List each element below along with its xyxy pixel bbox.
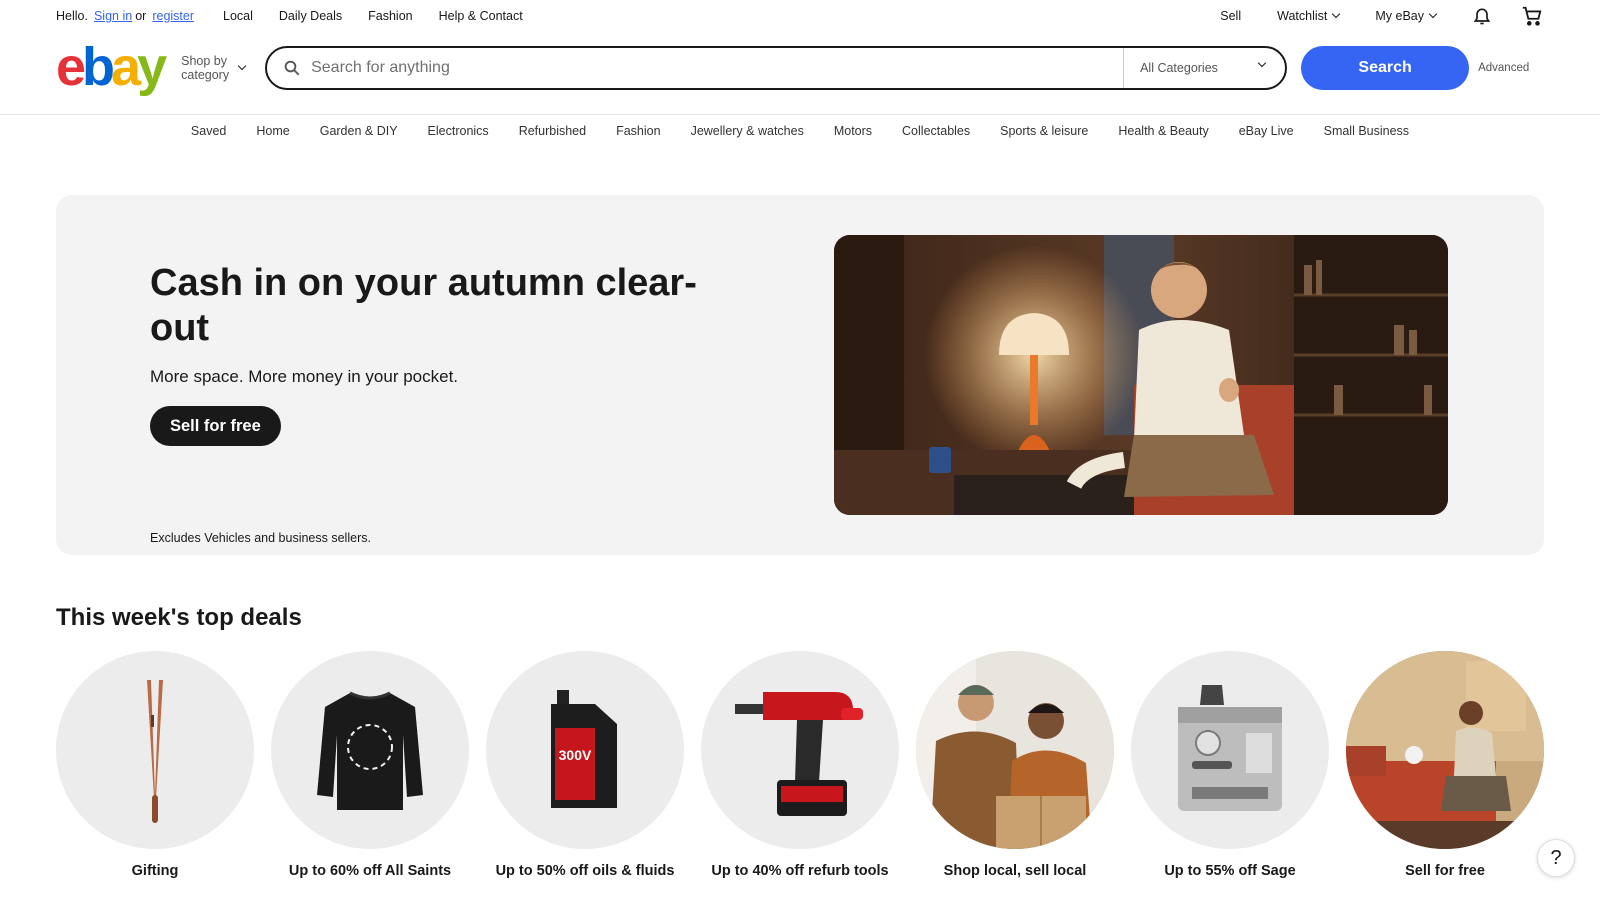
shopping-cart-icon[interactable]: [1520, 4, 1544, 28]
coffee-machine-image: [1131, 651, 1329, 849]
chevron-down-icon: [1332, 9, 1341, 19]
topbar-left: Hello. Sign in or register Local Daily Deal…: [56, 9, 523, 23]
cat-saved[interactable]: Saved: [191, 124, 226, 144]
greeting-or: or: [135, 9, 147, 23]
logo-letter-a: a: [111, 37, 141, 97]
watchlist-label: Watchlist: [1277, 9, 1328, 23]
hero-title: Cash in on your autumn clear-out: [150, 262, 697, 349]
deal-card[interactable]: Shop local, sell local: [916, 651, 1114, 879]
topbar-right: Sell Watchlist My eBay: [1184, 4, 1544, 28]
my-ebay-menu[interactable]: My eBay: [1375, 9, 1438, 23]
hero-banner: Cash in on your autumn clear-out More sp…: [56, 195, 1544, 555]
watchlist-menu[interactable]: Watchlist: [1277, 9, 1341, 23]
deal-card[interactable]: Sell for free: [1346, 651, 1544, 879]
category-nav: Saved Home Garden & DIY Electronics Refu…: [0, 124, 1600, 144]
deal-label: Shop local, sell local: [943, 863, 1087, 879]
cat-jewellery-watches[interactable]: Jewellery & watches: [691, 124, 804, 144]
fashion-link[interactable]: Fashion: [368, 9, 412, 23]
cat-electronics[interactable]: Electronics: [428, 124, 489, 144]
cat-sports-leisure[interactable]: Sports & leisure: [1000, 124, 1088, 144]
advanced-search-link[interactable]: Advanced: [1478, 62, 1529, 74]
deal-card[interactable]: Up to 60% off All Saints: [271, 651, 469, 879]
chevron-down-icon: [1428, 9, 1438, 19]
svg-text:300V: 300V: [559, 747, 592, 763]
people-parcel-image: [916, 651, 1114, 849]
deal-card[interactable]: Gifting: [56, 651, 254, 879]
cat-ebay-live[interactable]: eBay Live: [1239, 124, 1294, 144]
cat-health-beauty[interactable]: Health & Beauty: [1118, 124, 1208, 144]
deal-label: Up to 50% off oils & fluids: [495, 863, 675, 879]
hero-living-room-image[interactable]: [834, 235, 1448, 515]
shop-by-category-button[interactable]: Shop by category: [181, 54, 247, 82]
register-link[interactable]: register: [152, 9, 194, 23]
cat-refurbished[interactable]: Refurbished: [519, 124, 586, 144]
header-divider: [0, 114, 1600, 115]
deal-label: Up to 60% off All Saints: [288, 863, 452, 879]
living-room-image: [1346, 651, 1544, 849]
shop-by-line2: category: [181, 68, 230, 82]
shop-by-label: Shop by category: [181, 54, 229, 82]
search-icon: [284, 60, 300, 76]
search-box: All Categories: [265, 46, 1288, 90]
deal-label: Sell for free: [1405, 863, 1485, 879]
top-utility-bar: Hello. Sign in or register Local Daily Deal…: [56, 0, 1544, 32]
cat-motors[interactable]: Motors: [834, 124, 872, 144]
daily-deals-link[interactable]: Daily Deals: [279, 9, 342, 23]
motor-oil-image: 300V: [486, 651, 684, 849]
cat-garden-diy[interactable]: Garden & DIY: [320, 124, 398, 144]
cat-fashion[interactable]: Fashion: [616, 124, 660, 144]
hero-subtitle: More space. More money in your pocket.: [150, 367, 459, 386]
sell-for-free-button[interactable]: Sell for free: [150, 406, 281, 446]
hair-styler-image: [56, 651, 254, 849]
logo-letter-b: b: [82, 37, 115, 97]
local-link[interactable]: Local: [223, 9, 253, 23]
category-select-value: All Categories: [1140, 61, 1218, 75]
deal-card[interactable]: Up to 55% off Sage: [1131, 651, 1329, 879]
help-contact-link[interactable]: Help & Contact: [439, 9, 523, 23]
chevron-down-icon: [237, 61, 247, 71]
top-deals-heading: This week's top deals: [56, 604, 302, 631]
deal-label: Up to 40% off refurb tools: [711, 863, 889, 879]
main-header: ebay Shop by category All Categories Sea…: [56, 40, 1544, 94]
shop-by-line1: Shop by: [181, 54, 228, 68]
search-button[interactable]: Search: [1301, 46, 1470, 90]
notifications-bell-icon[interactable]: [1470, 4, 1494, 28]
deal-card[interactable]: 300V Up to 50% off oils & fluids: [486, 651, 684, 879]
search-input[interactable]: [311, 59, 1124, 77]
deal-label: Up to 55% off Sage: [1164, 863, 1296, 879]
category-select[interactable]: All Categories: [1123, 48, 1285, 88]
cat-small-business[interactable]: Small Business: [1324, 124, 1409, 144]
help-button[interactable]: ?: [1537, 839, 1575, 877]
top-deals-row: Gifting Up to 60% off All Saints 300V Up…: [56, 651, 1544, 879]
greeting: Hello. Sign in or register: [56, 9, 197, 23]
sell-label: Sell: [1220, 9, 1242, 23]
greeting-text: Hello.: [56, 9, 88, 23]
ebay-logo[interactable]: ebay: [56, 37, 167, 97]
drill-image: [701, 651, 899, 849]
cat-home[interactable]: Home: [256, 124, 289, 144]
sign-in-link[interactable]: Sign in: [94, 9, 132, 23]
deal-card[interactable]: Up to 40% off refurb tools: [701, 651, 899, 879]
cat-collectables[interactable]: Collectables: [902, 124, 970, 144]
logo-letter-e: e: [56, 37, 86, 97]
chevron-down-icon: [1257, 58, 1267, 68]
logo-letter-y: y: [137, 37, 167, 97]
deal-label: Gifting: [131, 863, 179, 879]
my-ebay-label: My eBay: [1375, 9, 1424, 23]
hero-disclaimer: Excludes Vehicles and business sellers.: [150, 531, 371, 545]
sweater-image: [271, 651, 469, 849]
sell-link[interactable]: Sell: [1220, 9, 1241, 23]
